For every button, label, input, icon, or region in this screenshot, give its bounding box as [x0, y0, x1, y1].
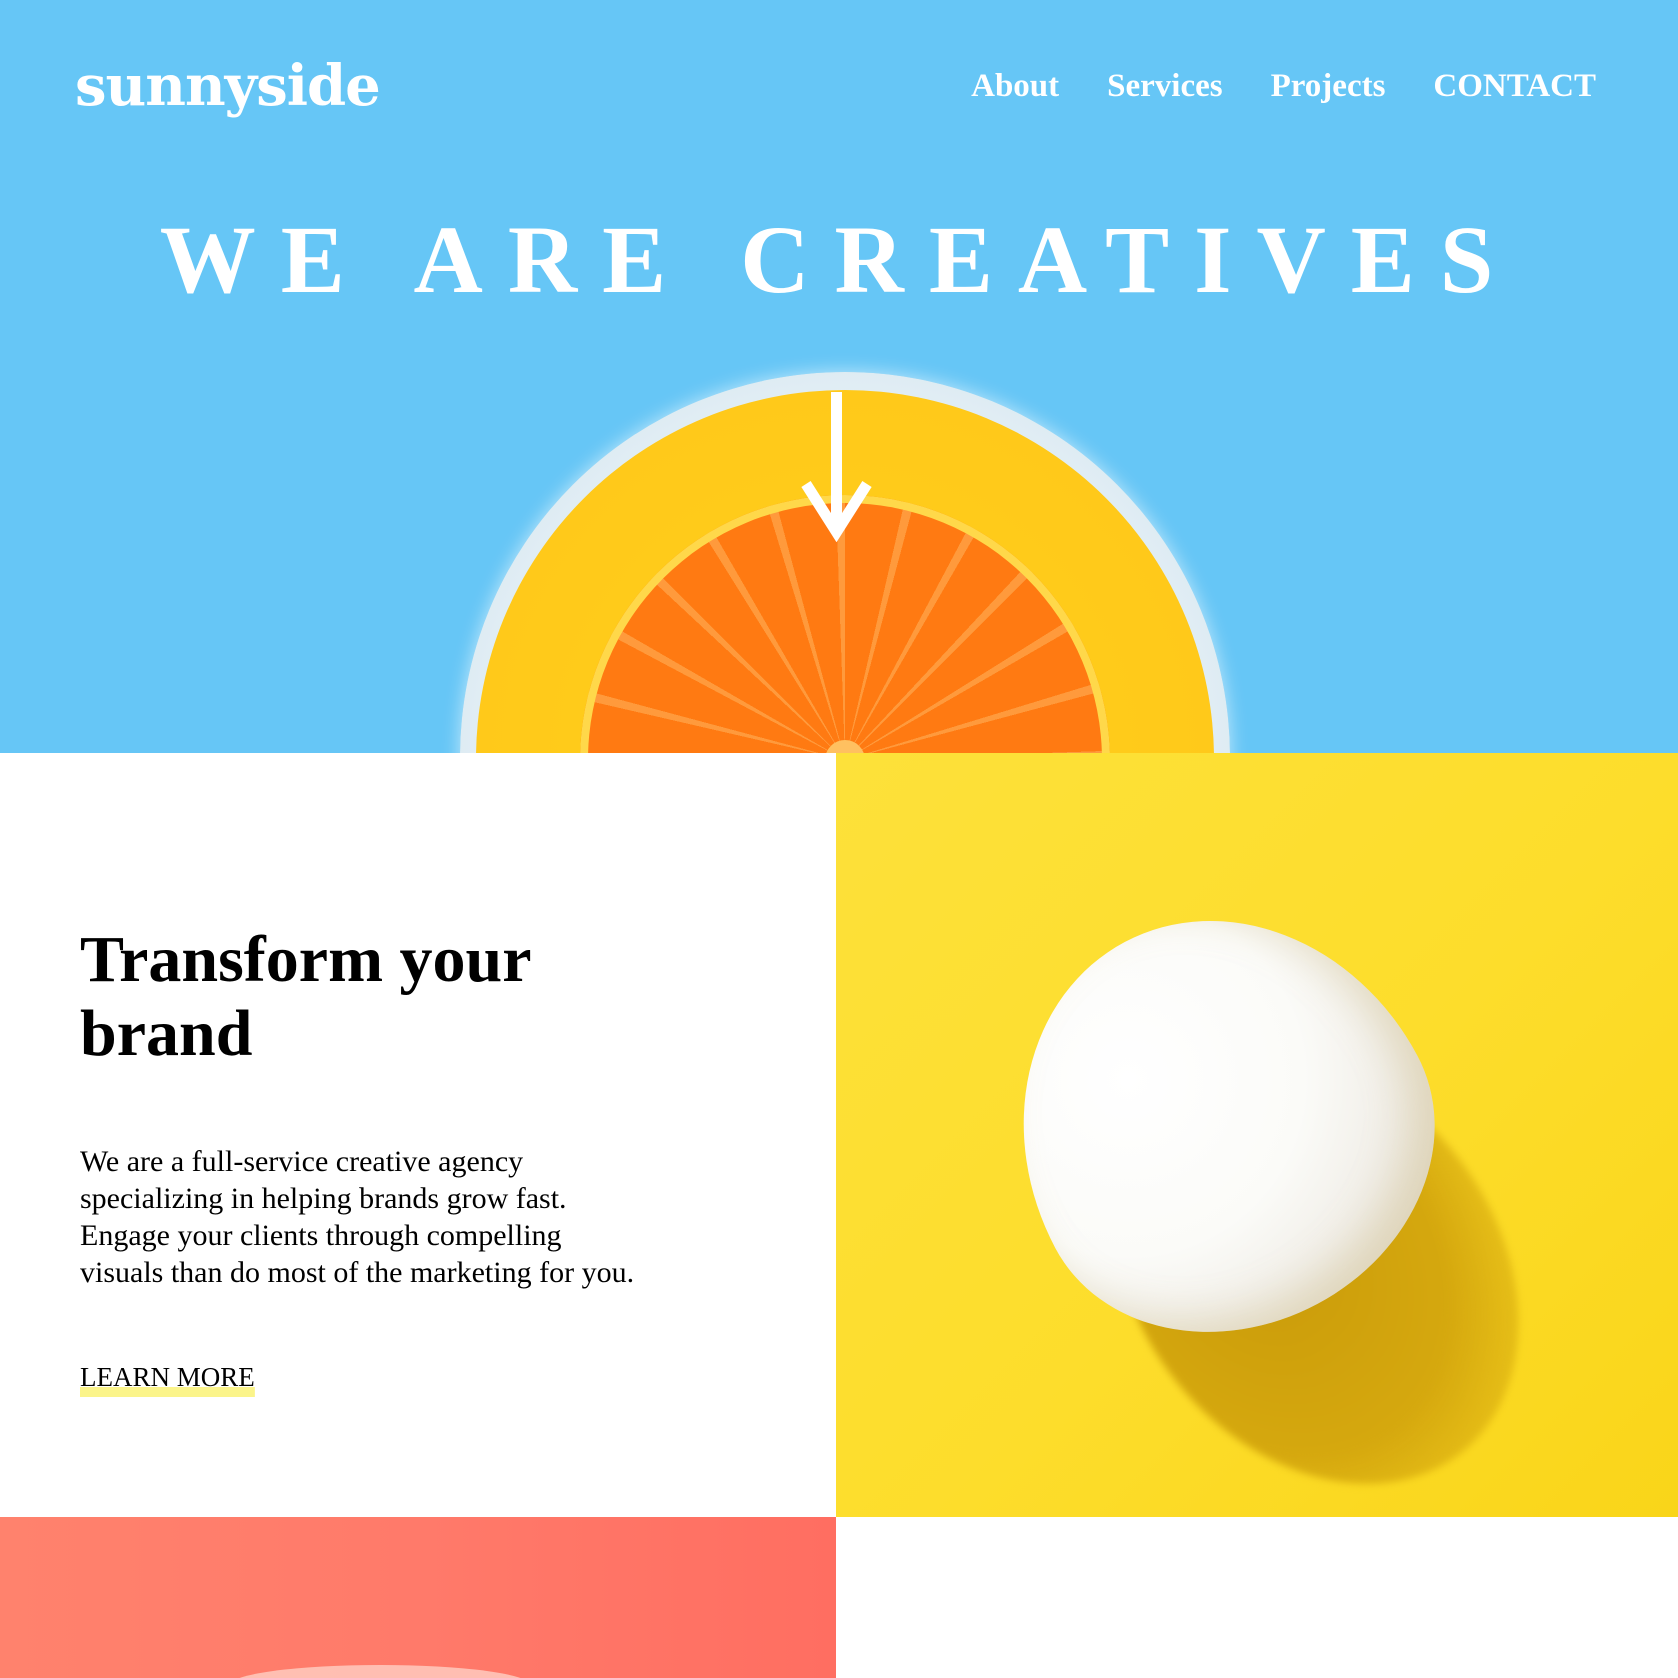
- bottom-left-panel: [0, 1517, 836, 1678]
- transform-heading: Transform your brand: [80, 923, 531, 1070]
- nav-link-contact[interactable]: CONTACT: [1433, 66, 1596, 106]
- nav-link-projects[interactable]: Projects: [1271, 66, 1386, 106]
- transform-section: Transform your brand We are a full-servi…: [0, 753, 836, 1517]
- egg-image-panel: [836, 753, 1678, 1517]
- main-nav: About Services Projects CONTACT: [971, 66, 1596, 106]
- bottom-left-image: [230, 1665, 530, 1678]
- arrow-down-icon[interactable]: [800, 392, 873, 542]
- nav-link-services[interactable]: Services: [1107, 66, 1222, 106]
- page: sunnyside About Services Projects CONTAC…: [0, 0, 1678, 1678]
- bottom-right-panel: [836, 1517, 1678, 1678]
- learn-more-link[interactable]: LEARN MORE: [80, 1359, 255, 1397]
- transform-body: We are a full-service creative agency sp…: [80, 1145, 635, 1289]
- logo[interactable]: sunnyside: [75, 48, 381, 124]
- hero-section: sunnyside About Services Projects CONTAC…: [0, 0, 1678, 753]
- hero-title: WE ARE CREATIVES: [159, 206, 1519, 313]
- nav-link-about[interactable]: About: [971, 66, 1059, 106]
